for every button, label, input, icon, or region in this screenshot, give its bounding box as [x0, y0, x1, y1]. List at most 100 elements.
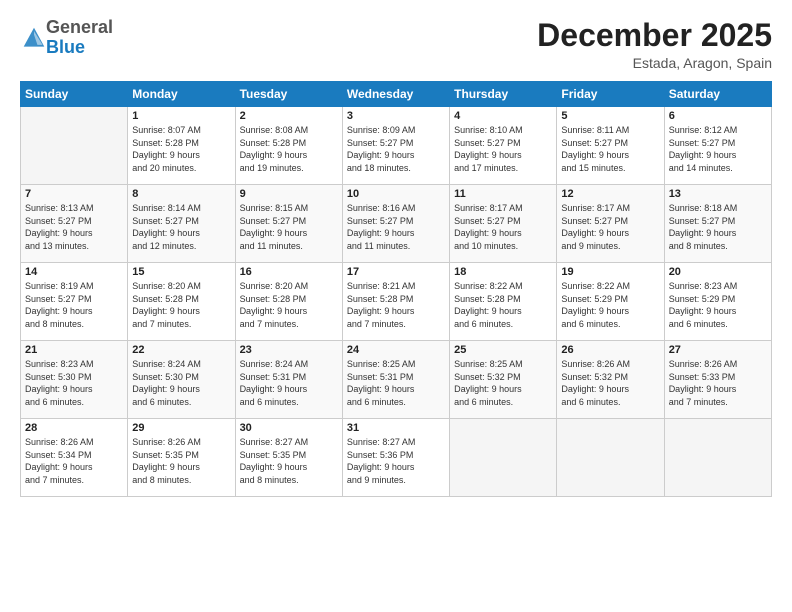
calendar-week-4: 28Sunrise: 8:26 AM Sunset: 5:34 PM Dayli…: [21, 419, 772, 497]
day-info: Sunrise: 8:09 AM Sunset: 5:27 PM Dayligh…: [347, 124, 445, 174]
calendar-cell: 20 Sunrise: 8:23 AM Sunset: 5:29 PM Dayli…: [664, 263, 771, 341]
day-info: Sunrise: 8:26 AM Sunset: 5:33 PM Dayligh…: [669, 358, 767, 408]
calendar-cell: 24 Sunrise: 8:25 AM Sunset: 5:31 PM Dayli…: [342, 341, 449, 419]
calendar-week-0: 1 Sunrise: 8:07 AM Sunset: 5:28 PM Daylig…: [21, 107, 772, 185]
day-number: 20: [669, 266, 767, 278]
col-thursday: Thursday: [450, 82, 557, 107]
logo-blue-text: Blue: [46, 37, 85, 57]
day-number: 12: [561, 188, 659, 200]
calendar-cell: 5Sunrise: 8:11 AM Sunset: 5:27 PM Daylig…: [557, 107, 664, 185]
day-info: Sunrise: 8:16 AM Sunset: 5:27 PM Dayligh…: [347, 202, 445, 252]
day-number: 6: [669, 110, 767, 122]
calendar-cell: 6Sunrise: 8:12 AM Sunset: 5:27 PM Daylig…: [664, 107, 771, 185]
calendar-cell: 12 Sunrise: 8:17 AM Sunset: 5:27 PM Dayli…: [557, 185, 664, 263]
day-info: Sunrise: 8:21 AM Sunset: 5:28 PM Dayligh…: [347, 280, 445, 330]
day-number: 31: [347, 422, 445, 434]
day-info: Sunrise: 8:27 AM Sunset: 5:35 PM Dayligh…: [240, 436, 338, 486]
col-friday: Friday: [557, 82, 664, 107]
day-number: 14: [25, 266, 123, 278]
day-info: Sunrise: 8:25 AM Sunset: 5:31 PM Dayligh…: [347, 358, 445, 408]
calendar-cell: 17 Sunrise: 8:21 AM Sunset: 5:28 PM Dayli…: [342, 263, 449, 341]
day-number: 15: [132, 266, 230, 278]
calendar-cell: 8 Sunrise: 8:14 AM Sunset: 5:27 PM Daylig…: [128, 185, 235, 263]
day-info: Sunrise: 8:20 AM Sunset: 5:28 PM Dayligh…: [240, 280, 338, 330]
day-number: 1: [132, 110, 230, 122]
day-number: 13: [669, 188, 767, 200]
day-number: 22: [132, 344, 230, 356]
calendar-header-row: Sunday Monday Tuesday Wednesday Thursday…: [21, 82, 772, 107]
day-info: Sunrise: 8:08 AM Sunset: 5:28 PM Dayligh…: [240, 124, 338, 174]
calendar-cell: 18 Sunrise: 8:22 AM Sunset: 5:28 PM Dayli…: [450, 263, 557, 341]
day-number: 2: [240, 110, 338, 122]
page: General Blue December 2025 Estada, Arago…: [0, 0, 792, 612]
day-info: Sunrise: 8:18 AM Sunset: 5:27 PM Dayligh…: [669, 202, 767, 252]
calendar-cell: 19Sunrise: 8:22 AM Sunset: 5:29 PM Dayli…: [557, 263, 664, 341]
day-info: Sunrise: 8:17 AM Sunset: 5:27 PM Dayligh…: [454, 202, 552, 252]
calendar-table: Sunday Monday Tuesday Wednesday Thursday…: [20, 81, 772, 497]
day-number: 27: [669, 344, 767, 356]
day-number: 26: [561, 344, 659, 356]
day-info: Sunrise: 8:20 AM Sunset: 5:28 PM Dayligh…: [132, 280, 230, 330]
logo-icon: [22, 26, 46, 50]
day-info: Sunrise: 8:22 AM Sunset: 5:28 PM Dayligh…: [454, 280, 552, 330]
day-info: Sunrise: 8:07 AM Sunset: 5:28 PM Dayligh…: [132, 124, 230, 174]
day-number: 8: [132, 188, 230, 200]
day-number: 30: [240, 422, 338, 434]
col-saturday: Saturday: [664, 82, 771, 107]
calendar-cell: [664, 419, 771, 497]
calendar-cell: 11 Sunrise: 8:17 AM Sunset: 5:27 PM Dayli…: [450, 185, 557, 263]
calendar-week-2: 14 Sunrise: 8:19 AM Sunset: 5:27 PM Dayli…: [21, 263, 772, 341]
day-number: 16: [240, 266, 338, 278]
month-title: December 2025: [537, 18, 772, 53]
day-number: 23: [240, 344, 338, 356]
calendar-cell: 25 Sunrise: 8:25 AM Sunset: 5:32 PM Dayli…: [450, 341, 557, 419]
calendar-cell: 26Sunrise: 8:26 AM Sunset: 5:32 PM Dayli…: [557, 341, 664, 419]
day-info: Sunrise: 8:25 AM Sunset: 5:32 PM Dayligh…: [454, 358, 552, 408]
calendar-cell: 13 Sunrise: 8:18 AM Sunset: 5:27 PM Dayli…: [664, 185, 771, 263]
calendar-cell: 2 Sunrise: 8:08 AM Sunset: 5:28 PM Daylig…: [235, 107, 342, 185]
title-block: December 2025 Estada, Aragon, Spain: [537, 18, 772, 71]
calendar-week-3: 21 Sunrise: 8:23 AM Sunset: 5:30 PM Dayli…: [21, 341, 772, 419]
day-number: 25: [454, 344, 552, 356]
day-number: 9: [240, 188, 338, 200]
calendar-week-1: 7Sunrise: 8:13 AM Sunset: 5:27 PM Daylig…: [21, 185, 772, 263]
day-number: 11: [454, 188, 552, 200]
calendar-cell: 3 Sunrise: 8:09 AM Sunset: 5:27 PM Daylig…: [342, 107, 449, 185]
day-number: 10: [347, 188, 445, 200]
day-info: Sunrise: 8:17 AM Sunset: 5:27 PM Dayligh…: [561, 202, 659, 252]
day-number: 5: [561, 110, 659, 122]
day-number: 3: [347, 110, 445, 122]
day-number: 17: [347, 266, 445, 278]
col-wednesday: Wednesday: [342, 82, 449, 107]
day-info: Sunrise: 8:19 AM Sunset: 5:27 PM Dayligh…: [25, 280, 123, 330]
calendar-cell: 15 Sunrise: 8:20 AM Sunset: 5:28 PM Dayli…: [128, 263, 235, 341]
day-info: Sunrise: 8:27 AM Sunset: 5:36 PM Dayligh…: [347, 436, 445, 486]
day-info: Sunrise: 8:14 AM Sunset: 5:27 PM Dayligh…: [132, 202, 230, 252]
calendar-cell: [450, 419, 557, 497]
col-sunday: Sunday: [21, 82, 128, 107]
day-info: Sunrise: 8:10 AM Sunset: 5:27 PM Dayligh…: [454, 124, 552, 174]
calendar-cell: 14 Sunrise: 8:19 AM Sunset: 5:27 PM Dayli…: [21, 263, 128, 341]
day-info: Sunrise: 8:26 AM Sunset: 5:35 PM Dayligh…: [132, 436, 230, 486]
calendar-cell: 1 Sunrise: 8:07 AM Sunset: 5:28 PM Daylig…: [128, 107, 235, 185]
calendar-cell: 7Sunrise: 8:13 AM Sunset: 5:27 PM Daylig…: [21, 185, 128, 263]
calendar-cell: 9 Sunrise: 8:15 AM Sunset: 5:27 PM Daylig…: [235, 185, 342, 263]
day-info: Sunrise: 8:22 AM Sunset: 5:29 PM Dayligh…: [561, 280, 659, 330]
day-number: 4: [454, 110, 552, 122]
calendar-cell: 16 Sunrise: 8:20 AM Sunset: 5:28 PM Dayli…: [235, 263, 342, 341]
day-number: 21: [25, 344, 123, 356]
day-number: 18: [454, 266, 552, 278]
day-number: 28: [25, 422, 123, 434]
day-number: 24: [347, 344, 445, 356]
logo-general-text: General: [46, 17, 113, 37]
day-info: Sunrise: 8:15 AM Sunset: 5:27 PM Dayligh…: [240, 202, 338, 252]
day-info: Sunrise: 8:23 AM Sunset: 5:29 PM Dayligh…: [669, 280, 767, 330]
day-number: 7: [25, 188, 123, 200]
calendar-cell: 28Sunrise: 8:26 AM Sunset: 5:34 PM Dayli…: [21, 419, 128, 497]
location: Estada, Aragon, Spain: [537, 55, 772, 71]
calendar-cell: 23Sunrise: 8:24 AM Sunset: 5:31 PM Dayli…: [235, 341, 342, 419]
calendar-cell: [21, 107, 128, 185]
day-info: Sunrise: 8:23 AM Sunset: 5:30 PM Dayligh…: [25, 358, 123, 408]
calendar-cell: 31 Sunrise: 8:27 AM Sunset: 5:36 PM Dayli…: [342, 419, 449, 497]
day-number: 29: [132, 422, 230, 434]
